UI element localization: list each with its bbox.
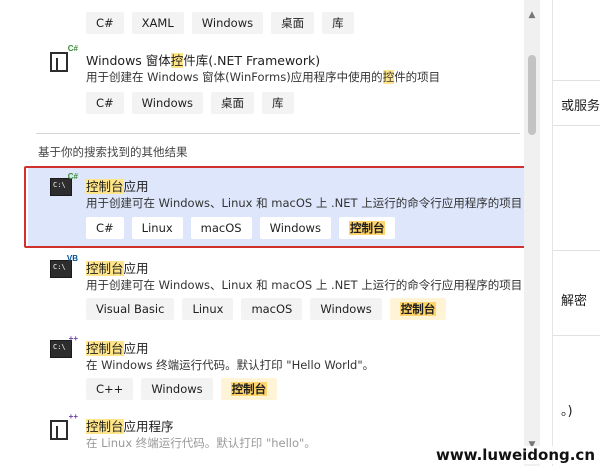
divider	[553, 125, 600, 126]
tag: 库	[322, 12, 354, 34]
divider	[553, 250, 600, 251]
template-title: 控制台应用	[86, 179, 149, 194]
template-item-console-app-csharp[interactable]: C# 控制台应用 用于创建可在 Windows、Linux 和 macOS 上 …	[0, 172, 523, 244]
right-pane-text: 。)	[561, 404, 573, 419]
tag: C#	[86, 92, 124, 114]
console-app-icon: VB	[50, 254, 78, 280]
tag: 库	[262, 92, 294, 114]
tag: Windows	[191, 12, 264, 34]
template-tags: C++ Windows 控制台	[86, 378, 278, 400]
tag: Windows	[131, 92, 204, 114]
template-description: 在 Windows 终端运行代码。默认打印 "Hello World"。	[86, 358, 375, 372]
tag-highlighted: 控制台	[389, 298, 447, 320]
divider	[553, 335, 600, 336]
linux-console-app-icon: ++	[50, 412, 78, 442]
tag: Windows	[141, 378, 213, 400]
scroll-thumb[interactable]	[528, 55, 536, 135]
scroll-up-arrow-icon[interactable]: ▲	[524, 8, 540, 22]
template-title: 控制台应用程序	[86, 419, 174, 434]
template-tags: C# Windows 桌面 库	[86, 92, 294, 114]
tag: Visual Basic	[86, 298, 175, 320]
tag: XAML	[131, 12, 184, 34]
console-app-icon: ++	[50, 334, 78, 360]
template-tags: Visual Basic Linux macOS Windows 控制台	[86, 298, 447, 320]
tag: 桌面	[211, 92, 255, 114]
tag: C#	[86, 12, 124, 34]
section-header: 基于你的搜索找到的其他结果	[38, 145, 188, 159]
tag: C#	[86, 217, 124, 239]
tag-highlighted: 控制台	[338, 217, 396, 239]
template-title: 控制台应用	[86, 341, 149, 356]
template-list: C# XAML Windows 桌面 库 C# Windows 窗体控件库(.N…	[0, 0, 524, 466]
tag: Linux	[131, 217, 183, 239]
tag: 桌面	[271, 12, 315, 34]
right-side-pane: 或服务 解密 。)	[552, 0, 600, 466]
tag-highlighted: 控制台	[220, 378, 278, 400]
tag: Windows	[259, 217, 331, 239]
new-project-dialog: C# XAML Windows 桌面 库 C# Windows 窗体控件库(.N…	[0, 0, 600, 466]
template-title: Windows 窗体控件库(.NET Framework)	[86, 53, 321, 68]
winforms-library-icon: C#	[50, 44, 78, 74]
template-description: 用于创建在 Windows 窗体(WinForms)应用程序中使用的控件的项目	[86, 70, 441, 84]
top-item-tags: C# XAML Windows 桌面 库	[86, 12, 354, 34]
section-divider	[36, 133, 520, 134]
template-description: 用于创建可在 Windows、Linux 和 macOS 上 .NET 上运行的…	[86, 196, 523, 210]
right-pane-text: 解密	[561, 294, 588, 309]
template-description: 用于创建可在 Windows、Linux 和 macOS 上 .NET 上运行的…	[86, 278, 523, 292]
template-item-console-app-vb[interactable]: VB 控制台应用 用于创建可在 Windows、Linux 和 macOS 上 …	[0, 254, 523, 326]
template-description: 在 Linux 终端运行代码。默认打印 "hello"。	[86, 436, 316, 450]
right-pane-text: 或服务	[561, 99, 600, 114]
tag: Windows	[310, 298, 382, 320]
template-item-winforms-control-library[interactable]: C# Windows 窗体控件库(.NET Framework) 用于创建在 W…	[0, 44, 520, 122]
template-title: 控制台应用	[86, 261, 149, 276]
watermark: www.luweidong.cn	[432, 446, 598, 464]
template-item-console-app-cpp[interactable]: ++ 控制台应用 在 Windows 终端运行代码。默认打印 "Hello Wo…	[0, 334, 520, 406]
tag: macOS	[190, 217, 252, 239]
console-app-icon: C#	[50, 172, 78, 198]
tag: macOS	[241, 298, 303, 320]
divider	[553, 80, 600, 81]
template-list-scrollbar[interactable]: ▲ ▼	[524, 0, 540, 466]
tag: C++	[86, 378, 134, 400]
tag: Linux	[182, 298, 234, 320]
template-tags: C# Linux macOS Windows 控制台	[86, 217, 396, 239]
